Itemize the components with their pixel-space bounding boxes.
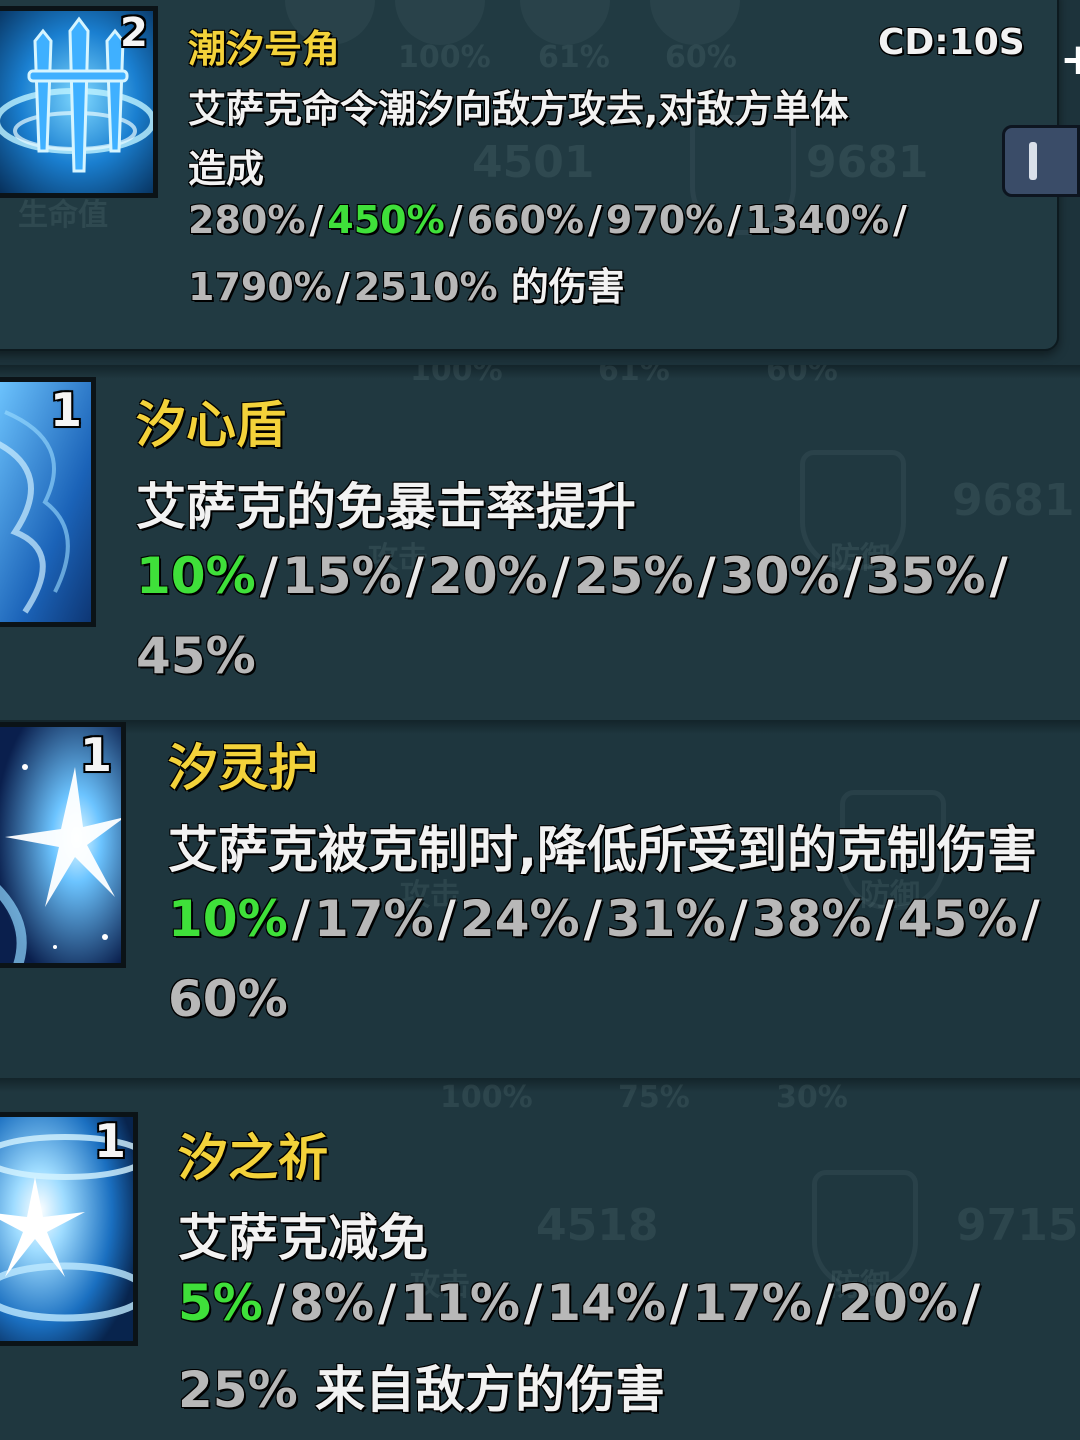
bg-ghost-bar: 75%: [618, 1080, 690, 1115]
skill-level-value: 31%: [605, 890, 726, 948]
skill-level-value: 280%: [188, 198, 306, 242]
value-separator: /: [335, 265, 350, 309]
bg-ghost-bar: 100%: [440, 1080, 533, 1115]
bg-ghost-bar: 61%: [598, 365, 670, 388]
skill-level-value: 17%: [313, 890, 434, 948]
skill-name: 汐之祈: [178, 1129, 328, 1187]
skill-values-line: 1790%/2510% 的伤害: [188, 256, 625, 311]
skill-level-value: 24%: [459, 890, 580, 948]
value-separator: /: [961, 1274, 981, 1332]
value-separator: /: [405, 547, 424, 605]
value-separator: /: [551, 547, 570, 605]
skill-level-value: 5%: [178, 1274, 263, 1332]
skill-level-value: 1340%: [745, 198, 890, 242]
skill-level: 2: [120, 10, 148, 56]
bg-ghost-stat: 4518: [536, 1200, 659, 1251]
value-separator: /: [875, 890, 894, 948]
skill-values-line: 10%/17%/24%/31%/38%/45%/: [168, 890, 1044, 948]
skill-panel-4: 100% 75% 30% 4518 9715 攻击 防御 1 汐之祈 艾萨克减免…: [0, 1078, 1080, 1440]
skill-description-line: 造成: [188, 147, 265, 191]
value-separator: /: [989, 547, 1008, 605]
value-separator: /: [524, 1274, 543, 1332]
skill-name: 汐灵护: [168, 739, 318, 797]
skill-level-value: 35%: [865, 547, 986, 605]
skill-description-line: 艾萨克命令潮汐向敌方攻去,对敌方单体: [188, 87, 849, 131]
value-separator: /: [669, 1274, 689, 1332]
skill-description-line: 艾萨克减免: [178, 1209, 428, 1267]
value-separator: /: [727, 198, 742, 242]
skill-level: 1: [94, 1114, 127, 1168]
value-separator: /: [697, 547, 716, 605]
value-separator: /: [291, 890, 310, 948]
skill-level-value: 30%: [719, 547, 840, 605]
skill-level-value: 660%: [466, 198, 584, 242]
skill-level: 1: [50, 383, 83, 437]
skill-level-value: 60%: [168, 970, 288, 1028]
value-separator: /: [378, 1274, 397, 1332]
skill-level-value: 2510%: [353, 265, 498, 309]
skill-value-suffix: 的伤害: [497, 265, 625, 309]
skill-level-value: 20%: [427, 547, 548, 605]
skill-level-value: 14%: [546, 1274, 666, 1332]
skill-level-value: 17%: [692, 1274, 812, 1332]
skill-values-line: 60%: [168, 970, 288, 1028]
skill-level-value: 20%: [838, 1274, 958, 1332]
bg-ghost-bar: 60%: [766, 365, 838, 388]
skill-values-line: 25% 来自敌方的伤害: [178, 1350, 665, 1422]
bg-ghost-stat: 9681: [806, 137, 929, 188]
skill-level-value: 25%: [178, 1361, 298, 1419]
value-separator: /: [309, 198, 324, 242]
value-separator: /: [583, 890, 602, 948]
value-separator: /: [843, 547, 862, 605]
value-separator: /: [588, 198, 602, 242]
skill-level-value: 450%: [327, 198, 445, 242]
skill-level-value: 11%: [400, 1274, 520, 1332]
skill-name: 潮汐号角: [188, 27, 341, 71]
skill-values-line: 280%/450%/660%/970%/1340% /: [188, 198, 911, 242]
skill-panel-3: 攻击 防御 1 汐灵护 艾萨克被克制时,降低所受到的克制伤害 10%/17%/2…: [0, 720, 1080, 1078]
value-separator: /: [266, 1274, 286, 1332]
bg-ghost-stat: 4501: [472, 137, 595, 188]
info-button[interactable]: [1002, 125, 1080, 197]
value-separator: /: [893, 198, 907, 242]
skill-level-value: 45%: [897, 890, 1018, 948]
skill-level-value: 10%: [136, 547, 256, 605]
skill-values-line: 5%/8%/11%/14%/17%/20%/: [178, 1274, 984, 1332]
cooldown-label: CD:10S: [878, 22, 1025, 63]
value-separator: /: [815, 1274, 835, 1332]
skill-level: 1: [80, 728, 113, 782]
skill-description-line: 艾萨克被克制时,降低所受到的克制伤害: [168, 821, 1037, 879]
skill-name: 汐心盾: [136, 396, 286, 454]
skill-level-value: 15%: [281, 547, 402, 605]
plus-icon[interactable]: +: [1060, 38, 1080, 82]
bg-ghost-bar: 100%: [398, 40, 491, 75]
skill-level-value: 45%: [136, 627, 256, 685]
value-separator: /: [1021, 890, 1040, 948]
skill-level-value: 10%: [168, 890, 288, 948]
bg-ghost-bar: 60%: [665, 40, 737, 75]
value-separator: /: [437, 890, 456, 948]
bg-ghost-bar: 61%: [538, 40, 610, 75]
skill-panel-2: 100% 61% 60% 9681 攻击 防御 1 汐心盾 艾萨克的免暴击率提升…: [0, 365, 1080, 720]
skill-level-value: 8%: [289, 1274, 375, 1332]
skill-level-value: 970%: [605, 198, 724, 242]
bg-ghost-bar: 100%: [410, 365, 503, 388]
value-separator: /: [448, 198, 463, 242]
skill-level-value: 38%: [751, 890, 872, 948]
skill-values-line: 10%/15%/20%/25%/30%/35%/: [136, 547, 1012, 605]
skill-panel-1: 100% 61% 60% 4501 9681 生命值 + 2 潮汐号角 CD:1…: [0, 0, 1080, 365]
bg-ghost-stat: 9715: [956, 1200, 1079, 1251]
bg-ghost-stat: 9681: [952, 475, 1075, 526]
skill-level-value: 1790%: [188, 265, 332, 309]
value-separator: /: [729, 890, 748, 948]
value-separator: /: [259, 547, 278, 605]
skill-description-line: 艾萨克的免暴击率提升: [136, 478, 636, 536]
bg-ghost-bar: 30%: [776, 1080, 848, 1115]
skill-level-value: 25%: [573, 547, 694, 605]
skill-value-suffix: 来自敌方的伤害: [297, 1361, 666, 1419]
skill-values-line: 45%: [136, 627, 256, 685]
